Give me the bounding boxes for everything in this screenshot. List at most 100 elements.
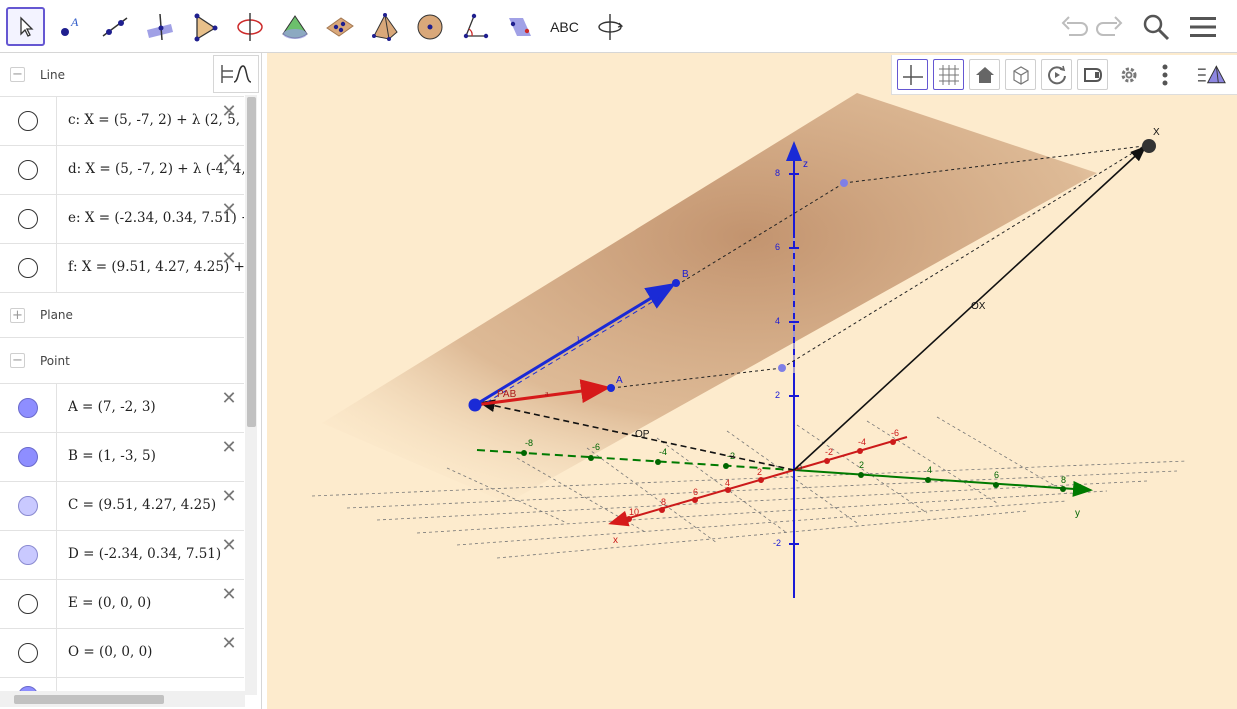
algebra-row-line-d[interactable]: d: X = (5, -7, 2) + λ (-4, 4, 3) ✕ [0, 146, 244, 195]
delete-icon[interactable]: ✕ [220, 635, 238, 653]
more-options-button[interactable] [1149, 59, 1180, 90]
point-c[interactable] [778, 364, 786, 372]
vertical-scrollbar-thumb[interactable] [247, 97, 256, 427]
delete-icon[interactable]: ✕ [220, 390, 238, 408]
vector-pab-label: PAB [497, 389, 517, 400]
visibility-toggle[interactable] [18, 594, 38, 614]
rotate-view-button[interactable] [1041, 59, 1072, 90]
point-d[interactable] [840, 179, 848, 187]
z-tick-label: 4 [775, 316, 780, 326]
delete-icon[interactable]: ✕ [220, 488, 238, 506]
vector-op-label: OP [635, 429, 650, 440]
algebra-expression[interactable]: C = (9.51, 4.27, 4.25) [68, 497, 244, 513]
sphere-tool-button[interactable] [410, 7, 449, 46]
algebra-expression[interactable]: e: X = (-2.34, 0.34, 7.51) + λ [68, 210, 244, 226]
undo-button[interactable] [1056, 9, 1092, 45]
collapse-icon[interactable]: − [10, 353, 25, 368]
visibility-toggle[interactable] [18, 209, 38, 229]
visibility-toggle[interactable] [18, 258, 38, 278]
group-header-line[interactable]: − Line [0, 53, 244, 97]
pyramid-tool-button[interactable] [365, 7, 404, 46]
more-vertical-icon [1162, 64, 1167, 85]
home-icon [975, 66, 994, 83]
algebra-row-point-c[interactable]: C = (9.51, 4.27, 4.25) ✕ [0, 482, 244, 531]
visibility-toggle[interactable] [18, 447, 38, 467]
algebra-row-point-d[interactable]: D = (-2.34, 0.34, 7.51) ✕ [0, 531, 244, 580]
collapse-icon[interactable]: − [10, 67, 25, 82]
vector-a-label: a [545, 389, 549, 398]
line-tool-button[interactable] [95, 7, 134, 46]
point-a[interactable] [607, 384, 615, 392]
group-header-point[interactable]: − Point [0, 338, 244, 384]
line-icon [102, 16, 127, 37]
delete-icon[interactable]: ✕ [220, 201, 238, 219]
algebra-row-point-e[interactable]: E = (0, 0, 0) ✕ [0, 580, 244, 629]
visibility-toggle[interactable] [18, 160, 38, 180]
algebra-expression[interactable]: E = (0, 0, 0) [68, 595, 244, 611]
main-menu-button[interactable] [1185, 9, 1221, 45]
algebra-row-line-e[interactable]: e: X = (-2.34, 0.34, 7.51) + λ ✕ [0, 195, 244, 244]
toggle-axes-button[interactable] [897, 59, 928, 90]
graphics-3d-canvas[interactable]: -8 -6 -4 -2 2 4 6 8 y 2 4 6 8 10 -2 -4 -… [267, 53, 1237, 709]
delete-icon[interactable]: ✕ [220, 537, 238, 555]
visibility-toggle[interactable] [18, 643, 38, 663]
search-icon [1143, 14, 1170, 41]
delete-icon[interactable]: ✕ [220, 152, 238, 170]
text-tool-button[interactable]: ABC [545, 7, 584, 46]
graphics-settings-button[interactable] [1113, 59, 1144, 90]
reflect-tool-button[interactable] [500, 7, 539, 46]
algebra-row-line-f[interactable]: f: X = (9.51, 4.27, 4.25) + λ ✕ [0, 244, 244, 293]
delete-icon[interactable]: ✕ [220, 586, 238, 604]
toggle-style-bar-button[interactable] [1197, 59, 1228, 90]
visibility-toggle[interactable] [18, 496, 38, 516]
algebra-expression[interactable]: f: X = (9.51, 4.27, 4.25) + λ [68, 259, 244, 275]
algebra-expression[interactable]: A = (7, -2, 3) [68, 399, 244, 415]
search-button[interactable] [1138, 9, 1174, 45]
circle-axis-tool-button[interactable] [230, 7, 269, 46]
expand-icon[interactable]: + [10, 307, 25, 323]
point-b[interactable] [672, 279, 680, 287]
plane-tool-button[interactable] [320, 7, 359, 46]
point-x[interactable] [1142, 139, 1156, 153]
visibility-toggle[interactable] [18, 111, 38, 131]
algebra-row-line-c[interactable]: c: X = (5, -7, 2) + λ (2, 5, 1) ✕ [0, 97, 244, 146]
main-toolbar: A ABC [0, 0, 1237, 53]
algebra-expression[interactable]: d: X = (5, -7, 2) + λ (-4, 4, 3) [68, 161, 244, 177]
algebra-expression[interactable]: B = (1, -3, 5) [68, 448, 244, 464]
toggle-grid-button[interactable] [933, 59, 964, 90]
sphere-icon [417, 14, 442, 39]
x-tick-label: 2 [757, 467, 762, 477]
cone-tool-button[interactable] [275, 7, 314, 46]
algebra-row-point-o[interactable]: O = (0, 0, 0) ✕ [0, 629, 244, 678]
delete-icon[interactable]: ✕ [220, 439, 238, 457]
horizontal-scrollbar-thumb[interactable] [14, 695, 164, 704]
rotate-view-tool-button[interactable] [590, 7, 629, 46]
point-tool-button[interactable]: A [50, 7, 89, 46]
algebra-settings-button[interactable] [213, 55, 259, 93]
pyramid-icon [371, 12, 398, 41]
delete-icon[interactable]: ✕ [220, 103, 238, 121]
algebra-expression[interactable]: D = (-2.34, 0.34, 7.51) [68, 546, 244, 562]
graphics-3d-view[interactable]: -8 -6 -4 -2 2 4 6 8 y 2 4 6 8 10 -2 -4 -… [267, 53, 1237, 709]
redo-button[interactable] [1092, 9, 1128, 45]
text-tool-label: ABC [550, 18, 579, 35]
view-direction-button[interactable] [1005, 59, 1036, 90]
algebra-expression[interactable]: c: X = (5, -7, 2) + λ (2, 5, 1) [68, 112, 244, 128]
polygon-tool-button[interactable] [185, 7, 224, 46]
algebra-row-point-b[interactable]: B = (1, -3, 5) ✕ [0, 433, 244, 482]
y-tick-label: -6 [592, 442, 600, 452]
z-tick-label: 6 [775, 242, 780, 252]
delete-icon[interactable]: ✕ [220, 250, 238, 268]
visibility-toggle[interactable] [18, 398, 38, 418]
angle-tool-button[interactable] [455, 7, 494, 46]
standard-view-button[interactable] [969, 59, 1000, 90]
point-p[interactable] [468, 398, 482, 412]
projection-button[interactable] [1077, 59, 1108, 90]
algebra-expression[interactable]: O = (0, 0, 0) [68, 644, 244, 660]
perpendicular-line-tool-button[interactable] [140, 7, 179, 46]
move-tool-button[interactable] [6, 7, 45, 46]
visibility-toggle[interactable] [18, 545, 38, 565]
x-tick-label: -6 [891, 428, 899, 438]
algebra-row-point-a[interactable]: A = (7, -2, 3) ✕ [0, 384, 244, 433]
group-header-plane[interactable]: + Plane [0, 293, 244, 338]
